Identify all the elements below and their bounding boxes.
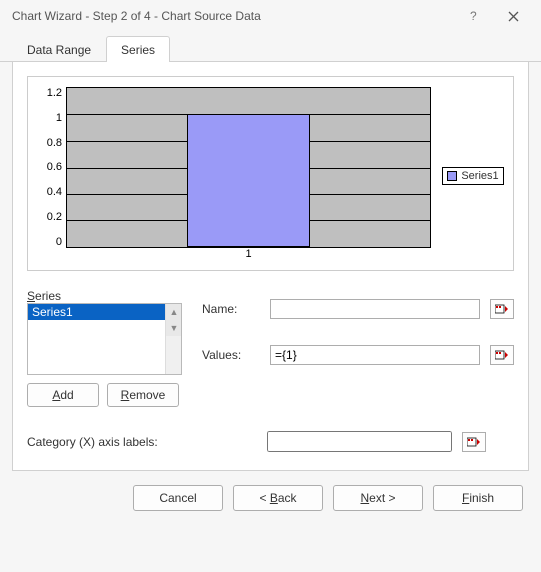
finish-button[interactable]: Finish bbox=[433, 485, 523, 511]
cancel-button[interactable]: Cancel bbox=[133, 485, 223, 511]
category-axis-input[interactable] bbox=[267, 431, 452, 452]
ytick: 0.2 bbox=[47, 211, 62, 223]
name-input[interactable] bbox=[270, 299, 480, 319]
scroll-up-icon[interactable]: ▲ bbox=[166, 304, 182, 320]
chart-legend: Series1 bbox=[442, 167, 503, 185]
tab-bar: Data Range Series bbox=[0, 32, 541, 62]
listbox-scrollbar[interactable]: ▲ ▼ bbox=[165, 304, 181, 374]
back-button[interactable]: < Back bbox=[233, 485, 323, 511]
tab-page-series: 1.2 1 0.8 0.6 0.4 0.2 0 bbox=[12, 62, 529, 471]
ytick: 0.4 bbox=[47, 186, 62, 198]
chart-bar-1 bbox=[187, 114, 310, 247]
ytick: 0.8 bbox=[47, 137, 62, 149]
name-label: Name: bbox=[202, 302, 260, 316]
scroll-down-icon[interactable]: ▼ bbox=[166, 320, 182, 336]
remove-button[interactable]: Remove bbox=[107, 383, 179, 407]
chart-y-axis: 1.2 1 0.8 0.6 0.4 0.2 0 bbox=[36, 87, 66, 248]
ytick: 0.6 bbox=[47, 161, 62, 173]
add-button[interactable]: Add bbox=[27, 383, 99, 407]
category-range-picker-button[interactable] bbox=[462, 432, 486, 452]
name-range-picker-button[interactable] bbox=[490, 299, 514, 319]
titlebar: Chart Wizard - Step 2 of 4 - Chart Sourc… bbox=[0, 0, 541, 32]
legend-label: Series1 bbox=[461, 170, 498, 182]
series-label: Series bbox=[27, 289, 182, 303]
legend-swatch-icon bbox=[447, 171, 457, 181]
chart-preview: 1.2 1 0.8 0.6 0.4 0.2 0 bbox=[27, 76, 514, 271]
xtick: 1 bbox=[245, 248, 251, 264]
svg-text:?: ? bbox=[470, 10, 477, 22]
values-range-picker-button[interactable] bbox=[490, 345, 514, 365]
wizard-footer: Cancel < Back Next > Finish bbox=[0, 471, 541, 525]
values-label: Values: bbox=[202, 348, 260, 362]
ytick: 1.2 bbox=[47, 87, 62, 99]
category-axis-label: Category (X) axis labels: bbox=[27, 435, 257, 449]
series-listbox[interactable]: Series1 ▲ ▼ bbox=[27, 303, 182, 375]
values-input[interactable] bbox=[270, 345, 480, 365]
ytick: 1 bbox=[56, 112, 62, 124]
tab-series[interactable]: Series bbox=[106, 36, 170, 62]
window-title: Chart Wizard - Step 2 of 4 - Chart Sourc… bbox=[12, 9, 453, 23]
chart-x-axis: 1 bbox=[36, 248, 431, 264]
close-button[interactable] bbox=[493, 2, 533, 30]
next-button[interactable]: Next > bbox=[333, 485, 423, 511]
chart-plot-area bbox=[66, 87, 431, 248]
ytick: 0 bbox=[56, 236, 62, 248]
help-button[interactable]: ? bbox=[453, 2, 493, 30]
tab-data-range[interactable]: Data Range bbox=[12, 36, 106, 62]
series-list-item[interactable]: Series1 bbox=[28, 304, 181, 320]
